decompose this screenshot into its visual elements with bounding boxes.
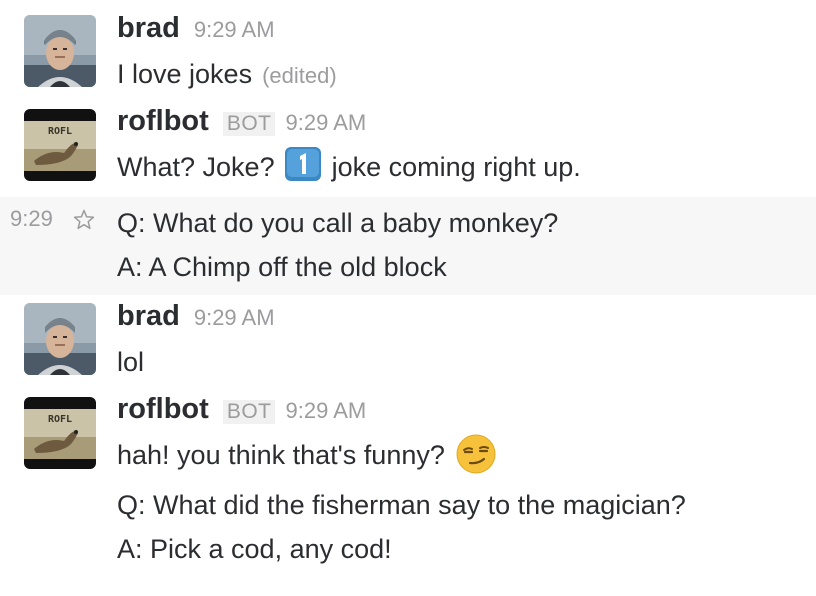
avatar-roflbot-image: ROFL <box>24 109 96 181</box>
message-text-content: I love jokes <box>117 59 253 89</box>
message-text: hah! you think that's funny? <box>117 433 806 477</box>
sender-name[interactable]: brad <box>117 12 180 45</box>
avatar-brad-image <box>24 15 96 87</box>
message-hovered[interactable]: 9:29 Q: What do you call a baby monkey? … <box>0 197 816 295</box>
edited-label: (edited) <box>262 63 337 88</box>
avatar-brad-image <box>24 303 96 375</box>
avatar-roflbot-image: ROFL <box>24 397 96 469</box>
message-text: lol <box>117 347 145 377</box>
bot-badge: BOT <box>222 400 276 424</box>
message-text-after-icon: joke coming right up. <box>331 152 581 182</box>
message-text: A: Pick a cod, any cod! <box>117 534 392 564</box>
message-text-before-icon: What? Joke? <box>117 152 275 182</box>
message-text: I love jokes (edited) <box>117 52 806 98</box>
message-text: Q: What do you call a baby monkey? <box>117 208 559 238</box>
avatar-roflbot[interactable]: ROFL <box>24 109 96 181</box>
message-timestamp[interactable]: 9:29 AM <box>194 305 275 331</box>
message-timestamp[interactable]: 9:29 AM <box>285 110 366 136</box>
message-text: A: A Chimp off the old block <box>117 252 447 282</box>
star-icon[interactable] <box>72 208 96 232</box>
avatar-rofl-text: ROFL <box>48 414 72 425</box>
hover-timestamp[interactable]: 9:29 <box>10 206 53 232</box>
message-text-before-icon: hah! you think that's funny? <box>117 440 445 470</box>
bot-badge: BOT <box>222 112 276 136</box>
keycap-one-icon <box>285 147 322 181</box>
avatar-roflbot[interactable]: ROFL <box>24 397 96 469</box>
message-text: Q: What did the fisherman say to the mag… <box>117 490 686 520</box>
sender-name[interactable]: brad <box>117 300 180 333</box>
message-timestamp[interactable]: 9:29 AM <box>285 398 366 424</box>
message-timestamp[interactable]: 9:29 AM <box>194 17 275 43</box>
message-text: What? Joke? joke coming right up. <box>117 145 806 189</box>
avatar-rofl-text: ROFL <box>48 126 72 137</box>
sender-name[interactable]: roflbot <box>117 105 209 138</box>
message-feed: brad 9:29 AM I love jokes (edited) ROFL r… <box>0 0 816 596</box>
smirk-face-icon <box>456 434 496 474</box>
avatar-brad[interactable] <box>24 303 96 375</box>
avatar-brad[interactable] <box>24 15 96 87</box>
sender-name[interactable]: roflbot <box>117 393 209 426</box>
